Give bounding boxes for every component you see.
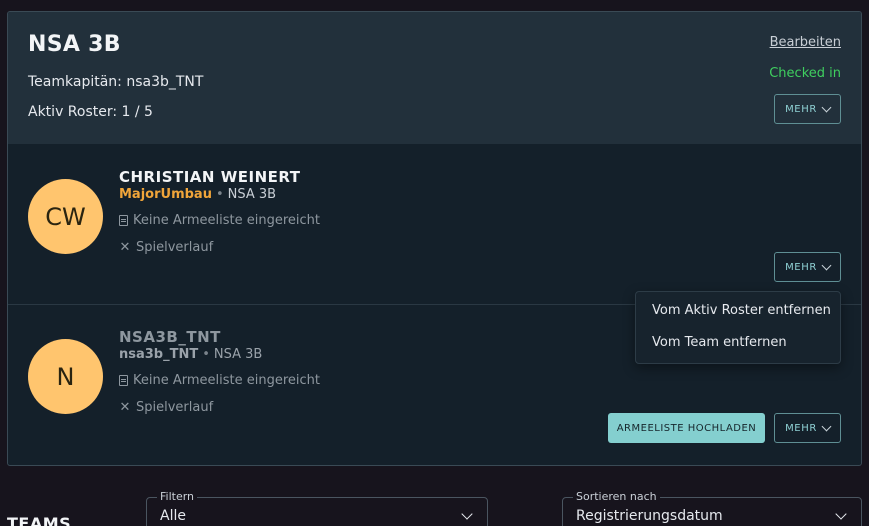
chevron-down-icon [821, 102, 832, 112]
active-roster: Aktiv Roster: 1 / 5 [28, 104, 153, 120]
crossed-swords-icon: ✕ [119, 240, 131, 255]
member-subline: MajorUmbau • NSA 3B [119, 187, 276, 202]
member-name: CHRISTIAN WEINERT [119, 168, 301, 186]
menu-item-remove-from-roster[interactable]: Vom Aktiv Roster entfernen [652, 303, 831, 318]
more-label: MEHR [785, 422, 817, 434]
separator-dot: • [215, 187, 224, 202]
history-link[interactable]: ✕ Spielverlauf [119, 240, 214, 255]
member-more-button[interactable]: MEHR [774, 252, 841, 282]
member-row: CW CHRISTIAN WEINERT MajorUmbau • NSA 3B K… [8, 144, 861, 304]
crossed-swords-icon: ✕ [119, 400, 131, 415]
sort-label: Sortieren nach [573, 490, 660, 503]
armylist-text: Keine Armeeliste eingereicht [133, 373, 321, 388]
team-captain: Teamkapitän: nsa3b_TNT [28, 74, 204, 90]
avatar: CW [28, 179, 103, 254]
team-name: NSA 3B [28, 32, 121, 57]
filter-value: Alle [160, 508, 186, 524]
history-text: Spielverlauf [136, 240, 214, 255]
member-subline: nsa3b_TNT • NSA 3B [119, 347, 262, 362]
checked-in-status: Checked in [769, 66, 841, 81]
member-nick[interactable]: nsa3b_TNT [119, 347, 198, 362]
document-icon [119, 375, 128, 386]
filter-label: Filtern [157, 490, 198, 503]
armylist-text: Keine Armeeliste eingereicht [133, 213, 321, 228]
separator-dot: • [202, 347, 210, 362]
member-more-button[interactable]: MEHR [774, 413, 841, 443]
menu-item-remove-from-team[interactable]: Vom Team entfernen [652, 335, 787, 350]
more-label: MEHR [785, 103, 817, 115]
more-dropdown-menu: Vom Aktiv Roster entfernen Vom Team entf… [635, 291, 841, 364]
armylist-status: Keine Armeeliste eingereicht [119, 213, 320, 228]
member-nick[interactable]: MajorUmbau [119, 187, 212, 202]
chevron-down-icon [461, 508, 473, 520]
teams-section-title: TEAMS [7, 514, 72, 526]
history-text: Spielverlauf [136, 400, 214, 415]
team-more-button[interactable]: MEHR [774, 94, 841, 124]
filter-select[interactable]: Filtern Alle [146, 490, 488, 526]
chevron-down-icon [835, 508, 847, 520]
upload-armylist-button[interactable]: ARMEELISTE HOCHLADEN [608, 413, 765, 443]
armylist-status: Keine Armeeliste eingereicht [119, 373, 320, 388]
avatar: N [28, 339, 103, 414]
sort-select[interactable]: Sortieren nach Registrierungsdatum [562, 490, 862, 526]
sort-value: Registrierungsdatum [576, 508, 723, 524]
chevron-down-icon [821, 421, 832, 431]
team-header: NSA 3B Teamkapitän: nsa3b_TNT Aktiv Rost… [8, 12, 861, 144]
team-card: NSA 3B Teamkapitän: nsa3b_TNT Aktiv Rost… [7, 11, 862, 466]
member-name: NSA3B_TNT [119, 328, 221, 346]
chevron-down-icon [821, 260, 832, 270]
edit-link[interactable]: Bearbeiten [770, 35, 841, 50]
more-label: MEHR [785, 261, 817, 273]
history-link[interactable]: ✕ Spielverlauf [119, 400, 214, 415]
document-icon [119, 215, 128, 226]
member-team: NSA 3B [213, 347, 263, 362]
member-team: NSA 3B [227, 187, 277, 202]
